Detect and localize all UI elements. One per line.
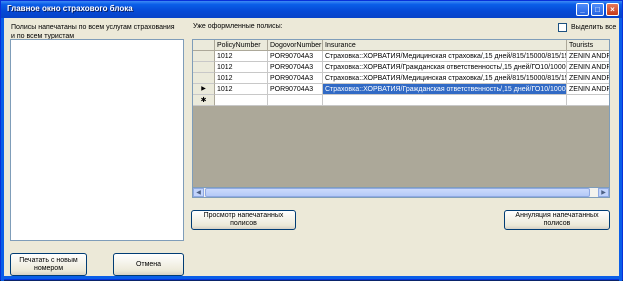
main-window: Главное окно страхового блока _ □ × Поли…: [0, 0, 623, 281]
printed-policies-label-line1: Полисы напечатаны по всем услугам страхо…: [11, 24, 175, 31]
window-title: Главное окно страхового блока: [7, 4, 133, 13]
cell-tourists[interactable]: ZENIN ANDRE: [567, 84, 609, 95]
cell-tourists[interactable]: ZENIN ANDRE: [567, 62, 609, 73]
window-frame-left: [1, 18, 4, 281]
close-icon[interactable]: ×: [606, 3, 619, 16]
window-frame-right: [619, 18, 622, 281]
row-header[interactable]: [193, 62, 215, 73]
cell-new-tourists[interactable]: [567, 95, 609, 106]
window-frame-bottom: [1, 276, 622, 279]
cell-insurance[interactable]: Страховка::ХОРВАТИЯ/Медицинская страховк…: [323, 73, 567, 84]
cell-dogovor-number[interactable]: POR90704A3: [268, 84, 323, 95]
row-header[interactable]: [193, 73, 215, 84]
arrow-left-icon[interactable]: ◀: [193, 188, 204, 197]
cell-dogovor-number[interactable]: POR90704A3: [268, 62, 323, 73]
grid-corner: [193, 40, 215, 51]
print-button-label-line2: номером: [33, 264, 64, 272]
cell-new-insurance[interactable]: [323, 95, 567, 106]
column-header-dogovor-number[interactable]: DogovorNumber: [268, 40, 323, 51]
printed-policies-list[interactable]: [10, 39, 184, 241]
current-row-indicator-icon[interactable]: ▶: [193, 84, 215, 95]
print-with-new-number-button[interactable]: Печатать с новым номером: [10, 253, 87, 276]
maximize-icon[interactable]: □: [591, 3, 604, 16]
cell-tourists[interactable]: ZENIN ANDRE: [567, 73, 609, 84]
cancel-button[interactable]: Отмена: [113, 253, 184, 276]
cell-policy-number[interactable]: 1012: [215, 84, 268, 95]
table-row[interactable]: 1012 POR90704A3 Страховка::ХОРВАТИЯ/Граж…: [193, 62, 609, 73]
arrow-right-icon[interactable]: ▶: [598, 188, 609, 197]
title-bar[interactable]: Главное окно страхового блока _ □ ×: [1, 1, 622, 18]
cell-policy-number[interactable]: 1012: [215, 73, 268, 84]
print-button-label-line1: Печатать с новым: [19, 256, 78, 264]
cell-dogovor-number[interactable]: POR90704A3: [268, 51, 323, 62]
cell-dogovor-number[interactable]: POR90704A3: [268, 73, 323, 84]
row-header[interactable]: [193, 51, 215, 62]
table-new-row[interactable]: ✱: [193, 95, 609, 106]
policies-grid[interactable]: PolicyNumber DogovorNumber Insurance Tou…: [192, 39, 610, 198]
select-all-checkbox[interactable]: [558, 23, 567, 32]
cell-policy-number[interactable]: 1012: [215, 62, 268, 73]
cell-tourists[interactable]: ZENIN ANDRE: [567, 51, 609, 62]
cell-policy-number[interactable]: 1012: [215, 51, 268, 62]
column-header-tourists[interactable]: Tourists: [567, 40, 609, 51]
select-all-label: Выделить все: [571, 24, 617, 31]
grid-header: PolicyNumber DogovorNumber Insurance Tou…: [193, 40, 609, 51]
minimize-icon[interactable]: _: [576, 3, 589, 16]
table-row-current[interactable]: ▶ 1012 POR90704A3 Страховка::ХОРВАТИЯ/Гр…: [193, 84, 609, 95]
cell-new-dogovor-number[interactable]: [268, 95, 323, 106]
cell-insurance[interactable]: Страховка::ХОРВАТИЯ/Гражданская ответств…: [323, 62, 567, 73]
view-printed-policies-button[interactable]: Просмотр напечатанных полисов: [191, 210, 296, 230]
issued-policies-label: Уже оформленные полисы:: [193, 23, 283, 30]
cell-insurance-selected[interactable]: Страховка::ХОРВАТИЯ/Гражданская ответств…: [323, 84, 567, 95]
new-row-indicator-icon[interactable]: ✱: [193, 95, 215, 106]
column-header-insurance[interactable]: Insurance: [323, 40, 567, 51]
column-header-policy-number[interactable]: PolicyNumber: [215, 40, 268, 51]
grid-horizontal-scrollbar[interactable]: ◀ ▶: [192, 187, 610, 198]
cancel-printed-policies-button[interactable]: Аннуляция напечатанных полисов: [504, 210, 610, 230]
scrollbar-thumb[interactable]: [205, 188, 590, 197]
table-row[interactable]: 1012 POR90704A3 Страховка::ХОРВАТИЯ/Меди…: [193, 73, 609, 84]
table-row[interactable]: 1012 POR90704A3 Страховка::ХОРВАТИЯ/Меди…: [193, 51, 609, 62]
select-all-checkbox-group[interactable]: Выделить все: [558, 23, 616, 32]
cell-insurance[interactable]: Страховка::ХОРВАТИЯ/Медицинская страховк…: [323, 51, 567, 62]
cell-new-policy-number[interactable]: [215, 95, 268, 106]
